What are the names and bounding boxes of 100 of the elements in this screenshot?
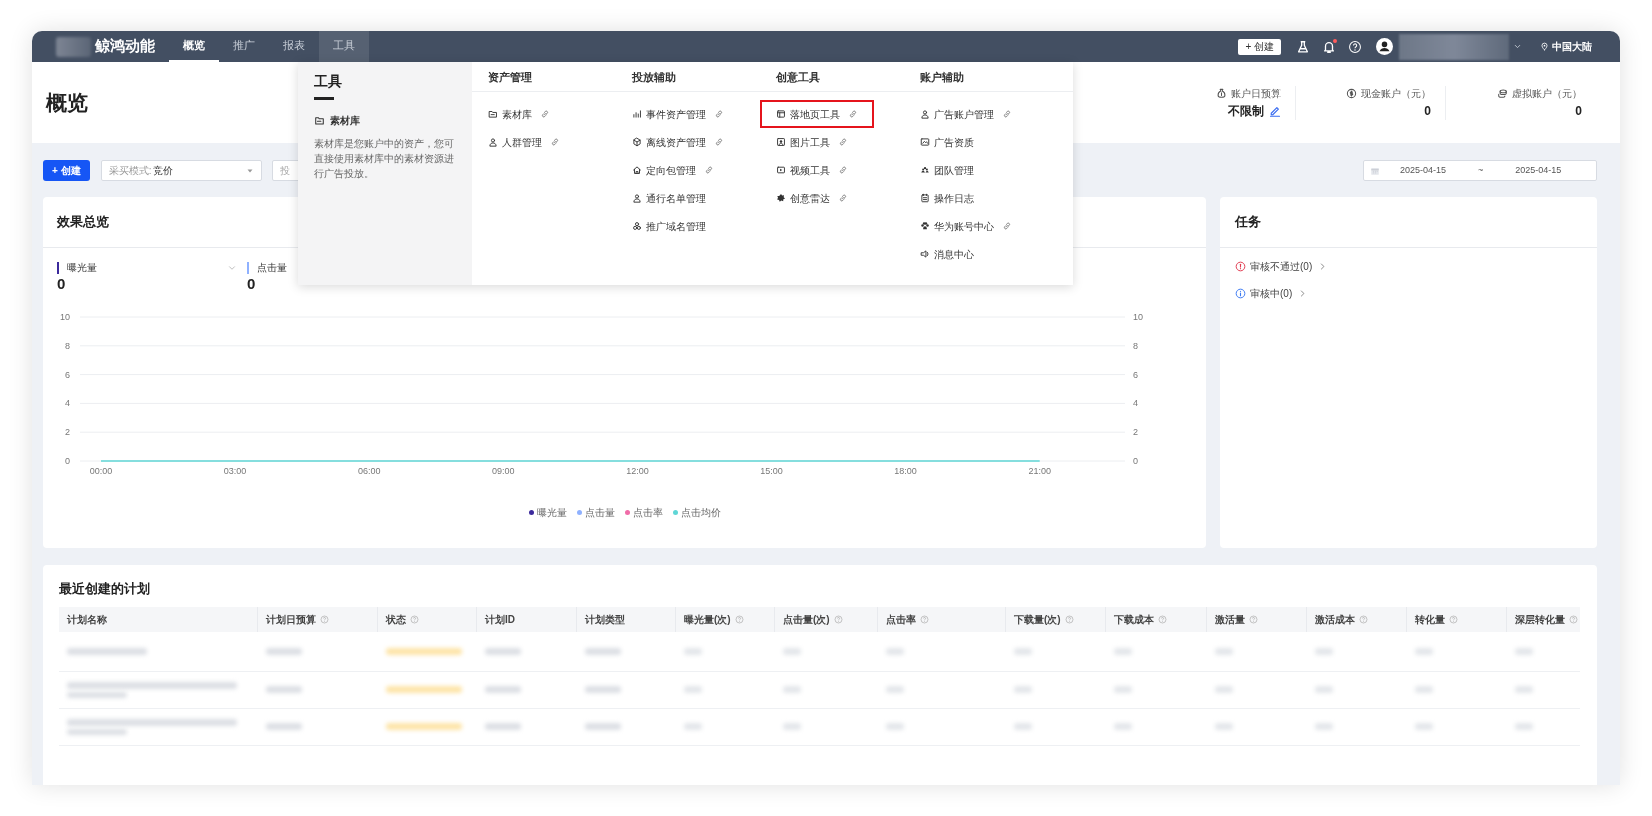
column-heading: 创意工具: [776, 69, 821, 85]
metric-label: 曝光量: [67, 261, 97, 275]
axis-label: 15:00: [760, 466, 783, 476]
menu-item[interactable]: 落地页工具: [776, 106, 840, 122]
video-icon: [776, 165, 786, 175]
card-title: 最近创建的计划: [59, 580, 151, 598]
blurred-text: [1114, 723, 1132, 730]
featured-tool-link[interactable]: 素材库: [314, 113, 360, 128]
blurred-text: [67, 728, 127, 735]
stat-value: 0: [1575, 102, 1582, 120]
window-icon: [776, 109, 786, 119]
house-icon: [632, 165, 642, 175]
column-header: 计划ID: [477, 606, 577, 632]
stat-label: 账户日预算: [1231, 86, 1281, 101]
column-heading: 账户辅助: [920, 69, 965, 85]
region-selector[interactable]: 中国大陆: [1540, 39, 1592, 54]
axis-label: 8: [65, 340, 70, 351]
bell-icon[interactable]: [1322, 39, 1336, 54]
axis-label: 0: [1133, 456, 1138, 466]
menu-item[interactable]: 图片工具: [776, 134, 830, 150]
blurred-text: [1515, 647, 1533, 655]
flask-icon[interactable]: [1296, 39, 1310, 54]
blurred-text: [1515, 723, 1533, 730]
column-header: 点击量(次): [775, 606, 878, 632]
team-icon: [920, 165, 930, 175]
link-icon[interactable]: [540, 109, 550, 119]
stat-value: 不限制: [1228, 102, 1264, 120]
nav-tab[interactable]: 工具: [319, 31, 369, 62]
blurred-text: [1014, 723, 1032, 730]
blurred-text: [886, 723, 904, 730]
create-button[interactable]: + 创建: [43, 160, 90, 181]
date-range-picker[interactable]: 2025-04-15 ~ 2025-04-15: [1363, 160, 1597, 181]
axis-label: 2: [65, 427, 70, 438]
menu-item[interactable]: 华为账号中心: [920, 218, 994, 234]
blurred-text: [485, 647, 521, 655]
blurred-text: [684, 686, 702, 693]
metric-value: 0: [57, 276, 67, 291]
blurred-text: [585, 686, 621, 693]
task-link[interactable]: 审核中(0): [1235, 286, 1582, 301]
link-icon[interactable]: [550, 137, 560, 147]
menu-item[interactable]: 操作日志: [920, 190, 974, 206]
legend-label: 曝光量: [536, 506, 567, 520]
menu-item[interactable]: 人群管理: [488, 134, 542, 150]
blurred-text: [1415, 686, 1433, 693]
blurred-text: [1315, 647, 1333, 655]
menu-item[interactable]: 通行名单管理: [632, 190, 706, 206]
menu-item[interactable]: 广告资质: [920, 134, 974, 150]
nav-tab[interactable]: 推广: [219, 31, 269, 62]
link-icon[interactable]: [838, 137, 848, 147]
blurred-text: [1215, 723, 1233, 730]
menu-item[interactable]: 推广域名管理: [632, 218, 706, 234]
legend-label: 点击均价: [680, 506, 721, 520]
link-icon[interactable]: [714, 109, 724, 119]
blurred-text: [684, 723, 702, 730]
chevron-down-icon[interactable]: [1513, 42, 1522, 51]
link-icon[interactable]: [848, 109, 858, 119]
coin-icon: [1346, 87, 1357, 99]
blurred-text: [783, 647, 801, 655]
task-link[interactable]: 审核不通过(0): [1235, 259, 1582, 274]
chevron-right-icon: [1318, 262, 1328, 271]
axis-label: 6: [1133, 369, 1138, 380]
blurred-text: [585, 647, 621, 655]
card-title: 效果总览: [57, 213, 109, 232]
avatar-icon[interactable]: [1376, 38, 1393, 55]
blurred-text: [67, 691, 127, 698]
menu-item[interactable]: 事件资产管理: [632, 106, 706, 122]
menu-item[interactable]: 视频工具: [776, 162, 830, 178]
buying-mode-select[interactable]: 采买模式: 竞价: [100, 160, 262, 181]
menu-item[interactable]: 离线资产管理: [632, 134, 706, 150]
create-button[interactable]: + 创建: [1238, 38, 1281, 55]
link-icon[interactable]: [714, 137, 724, 147]
menu-item[interactable]: 素材库: [488, 106, 532, 122]
column-header: 点击率: [878, 606, 1006, 632]
link-icon[interactable]: [1002, 221, 1012, 231]
link-icon[interactable]: [1002, 109, 1012, 119]
axis-label: 18:00: [894, 466, 917, 476]
link-icon[interactable]: [704, 165, 714, 175]
folder-icon: [314, 115, 325, 126]
metric-label: 点击量: [257, 261, 287, 275]
menu-item[interactable]: 消息中心: [920, 246, 974, 262]
column-heading: 资产管理: [488, 69, 533, 85]
cube-icon: [632, 137, 642, 147]
menu-item[interactable]: 广告账户管理: [920, 106, 994, 122]
bar-chart-icon: [632, 109, 642, 119]
column-header: 状态: [378, 606, 477, 632]
axis-label: 00:00: [89, 466, 113, 476]
menu-item[interactable]: 团队管理: [920, 162, 974, 178]
menu-item[interactable]: 创意雷达: [776, 190, 830, 206]
legend-label: 点击率: [632, 506, 663, 520]
coin-stack-icon: [1497, 87, 1508, 99]
link-icon[interactable]: [838, 165, 848, 175]
edit-icon[interactable]: [1269, 104, 1281, 117]
axis-label: 06:00: [357, 466, 381, 476]
blurred-text: [1315, 686, 1333, 693]
menu-item[interactable]: 定向包管理: [632, 162, 696, 178]
nav-tab[interactable]: 报表: [269, 31, 319, 62]
axis-label: 6: [65, 369, 70, 380]
column-header: 转化量: [1407, 606, 1507, 632]
link-icon[interactable]: [838, 193, 848, 203]
axis-label: 21:00: [1028, 466, 1051, 476]
